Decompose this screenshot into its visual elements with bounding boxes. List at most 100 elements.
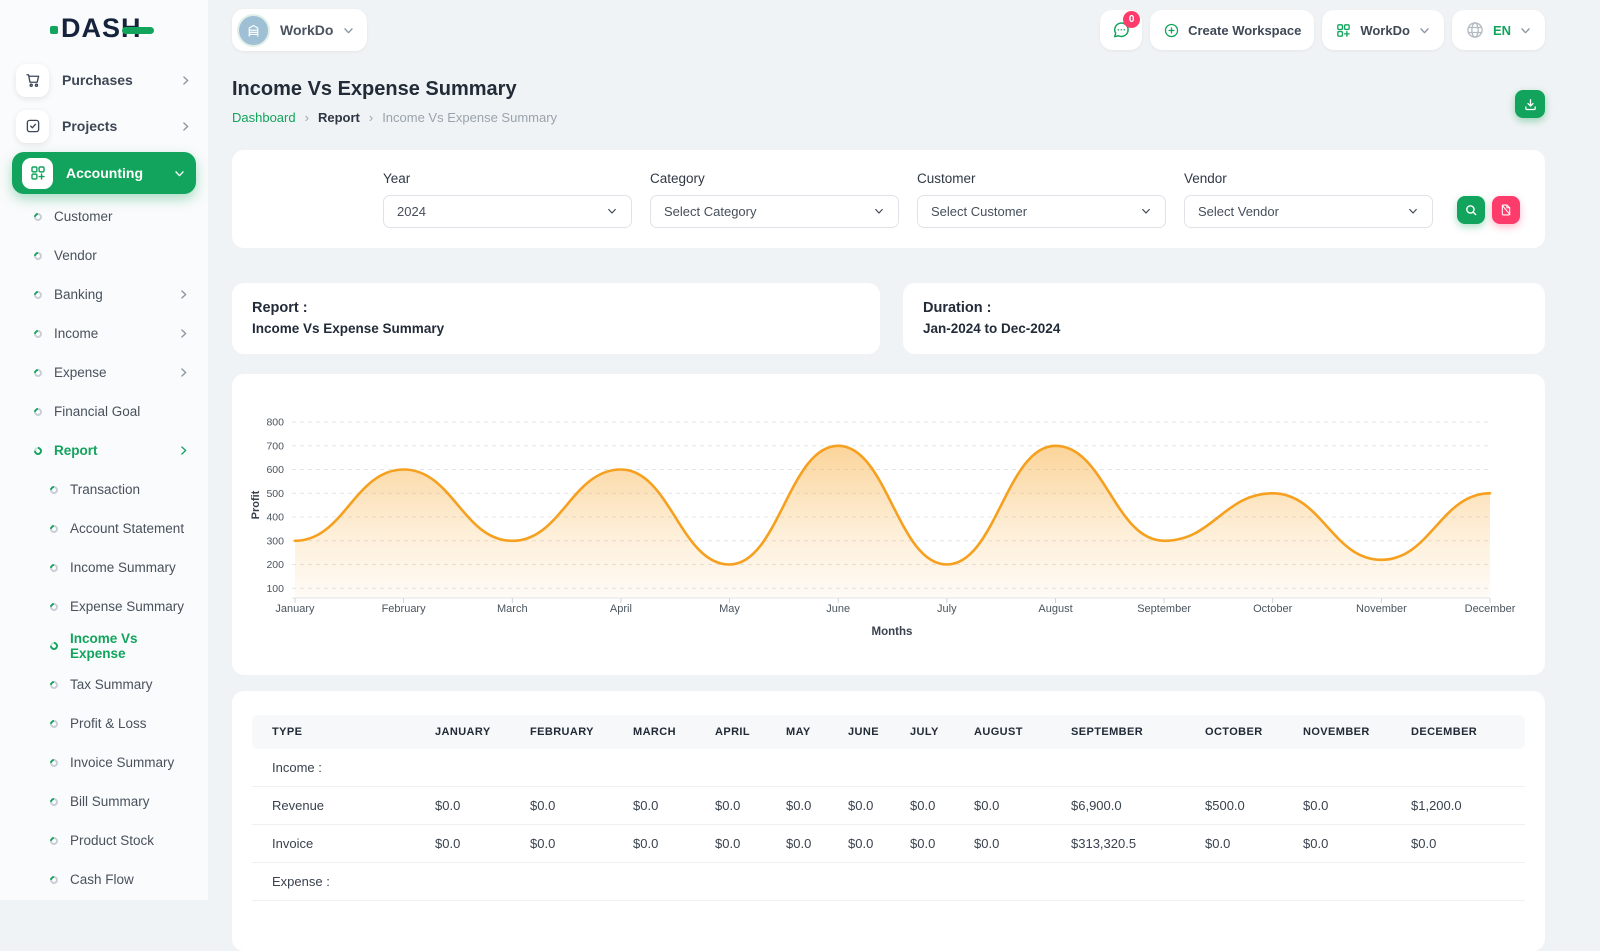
table-head: TYPEJANUARYFEBRUARYMARCHAPRILMAYJUNEJULY…: [252, 715, 1525, 749]
svg-text:September: September: [1137, 603, 1191, 615]
grid-plus-icon: [1335, 22, 1352, 39]
table-row-revenue: Revenue$0.0$0.0$0.0$0.0$0.0$0.0$0.0$0.0$…: [252, 787, 1525, 825]
vendor-select[interactable]: Select Vendor: [1184, 195, 1433, 228]
duration-value: Jan-2024 to Dec-2024: [923, 321, 1525, 336]
cell-value: $0.0: [695, 825, 766, 863]
svg-text:100: 100: [266, 583, 284, 595]
sidebar-item-tax-summary[interactable]: Tax Summary: [0, 665, 208, 704]
section-row-expense: Expense :: [252, 863, 1525, 901]
column-header-august: AUGUST: [954, 715, 1051, 749]
sidebar-item-label: Profit & Loss: [70, 716, 147, 731]
sidebar-item-accounting[interactable]: Accounting: [12, 152, 196, 194]
sidebar-item-label: Account Statement: [70, 521, 184, 536]
download-icon: [1523, 97, 1538, 112]
report-card: Report : Income Vs Expense Summary: [232, 283, 880, 354]
chart-card: 800700600500400300200100JanuaryFebruaryM…: [232, 374, 1545, 675]
chevron-right-icon: [177, 288, 190, 301]
cell-value: $0.0: [1283, 825, 1391, 863]
create-workspace-label: Create Workspace: [1188, 23, 1301, 38]
cell-value: $0.0: [828, 787, 890, 825]
cell-value: $0.0: [890, 825, 954, 863]
sidebar-item-expense[interactable]: Expense: [0, 353, 208, 392]
breadcrumb-separator: ›: [305, 110, 309, 125]
sidebar-item-income-vs-expense[interactable]: Income Vs Expense: [0, 626, 208, 665]
sidebar-item-customer[interactable]: Customer: [0, 197, 208, 236]
workspace-switcher-button[interactable]: WorkDo: [1322, 10, 1444, 50]
filter-field-vendor: VendorSelect Vendor: [1184, 171, 1433, 228]
app-logo[interactable]: DASH: [0, 0, 208, 56]
topbar: WorkDo 0 Create Workspace WorkDo EN: [232, 8, 1545, 52]
sidebar-item-purchases[interactable]: Purchases: [0, 57, 208, 103]
sidebar-item-invoice-summary[interactable]: Invoice Summary: [0, 743, 208, 782]
breadcrumb: Dashboard›Report›Income Vs Expense Summa…: [232, 110, 557, 125]
cell-value: $0.0: [613, 825, 695, 863]
filter-field-customer: CustomerSelect Customer: [917, 171, 1166, 228]
svg-text:February: February: [382, 603, 427, 615]
download-button[interactable]: [1515, 90, 1545, 118]
cell-value: $500.0: [1185, 787, 1283, 825]
sidebar-item-income-summary[interactable]: Income Summary: [0, 548, 208, 587]
chevron-down-icon: [342, 24, 355, 37]
page-title: Income Vs Expense Summary: [232, 78, 557, 101]
filter-label: Category: [650, 171, 899, 186]
year-select[interactable]: 2024: [383, 195, 632, 228]
sidebar-item-cash-flow[interactable]: Cash Flow: [0, 860, 208, 899]
cell-value: $0.0: [510, 825, 613, 863]
sidebar-item-label: Cash Flow: [70, 872, 134, 887]
chevron-right-icon: [177, 444, 190, 457]
category-select[interactable]: Select Category: [650, 195, 899, 228]
apply-filter-button[interactable]: [1457, 196, 1485, 224]
cell-value: $0.0: [510, 787, 613, 825]
sidebar-item-transaction[interactable]: Transaction: [0, 470, 208, 509]
chevron-right-icon: [177, 327, 190, 340]
breadcrumb-item-dashboard[interactable]: Dashboard: [232, 110, 296, 125]
svg-text:Months: Months: [872, 626, 913, 638]
bullet-icon: [48, 718, 59, 729]
column-header-december: DECEMBER: [1391, 715, 1525, 749]
cell-value: $1,200.0: [1391, 787, 1525, 825]
sidebar-item-bill-summary[interactable]: Bill Summary: [0, 782, 208, 821]
sidebar-item-income[interactable]: Income: [0, 314, 208, 353]
sidebar-item-label: Income Vs Expense: [70, 631, 190, 661]
workspace-name: WorkDo: [280, 22, 333, 38]
bullet-icon: [32, 250, 43, 261]
bullet-icon: [48, 835, 59, 846]
create-workspace-button[interactable]: Create Workspace: [1150, 10, 1314, 50]
sidebar-item-financial-goal[interactable]: Financial Goal: [0, 392, 208, 431]
workspace-selector[interactable]: WorkDo: [232, 9, 367, 51]
sidebar-icon-box: [16, 110, 49, 143]
breadcrumb-item-report[interactable]: Report: [318, 110, 360, 125]
sidebar-item-profit-loss[interactable]: Profit & Loss: [0, 704, 208, 743]
column-header-january: JANUARY: [415, 715, 510, 749]
sidebar-item-account-statement[interactable]: Account Statement: [0, 509, 208, 548]
column-header-type: TYPE: [252, 715, 415, 749]
customer-select[interactable]: Select Customer: [917, 195, 1166, 228]
column-header-july: JULY: [890, 715, 954, 749]
bullet-icon: [48, 484, 59, 495]
sidebar-item-report[interactable]: Report: [0, 431, 208, 470]
section-label: Income :: [252, 749, 1525, 787]
chevron-down-icon: [606, 205, 618, 217]
filter-fields: Year2024CategorySelect CategoryCustomerS…: [383, 171, 1433, 228]
cell-value: $0.0: [890, 787, 954, 825]
page-head: Income Vs Expense Summary Dashboard › Repo…: [232, 78, 1545, 125]
filter-actions: [1457, 196, 1520, 224]
language-label: EN: [1493, 23, 1511, 38]
sidebar-item-label: Income: [54, 326, 98, 341]
sidebar-item-vendor[interactable]: Vendor: [0, 236, 208, 275]
bullet-icon: [48, 640, 59, 651]
table-row-invoice: Invoice$0.0$0.0$0.0$0.0$0.0$0.0$0.0$0.0$…: [252, 825, 1525, 863]
row-label: Invoice: [252, 825, 415, 863]
sidebar-item-banking[interactable]: Banking: [0, 275, 208, 314]
file-slash-icon: [1499, 203, 1513, 217]
sidebar-item-product-stock[interactable]: Product Stock: [0, 821, 208, 860]
summary-table: TYPEJANUARYFEBRUARYMARCHAPRILMAYJUNEJULY…: [252, 715, 1525, 901]
svg-text:October: October: [1253, 603, 1292, 615]
sidebar-item-expense-summary[interactable]: Expense Summary: [0, 587, 208, 626]
messages-button[interactable]: 0: [1100, 10, 1142, 50]
building-icon: [245, 22, 262, 39]
language-selector[interactable]: EN: [1452, 10, 1545, 50]
bullet-icon: [48, 874, 59, 885]
sidebar-item-projects[interactable]: Projects: [0, 103, 208, 149]
reset-filter-button[interactable]: [1492, 196, 1520, 224]
